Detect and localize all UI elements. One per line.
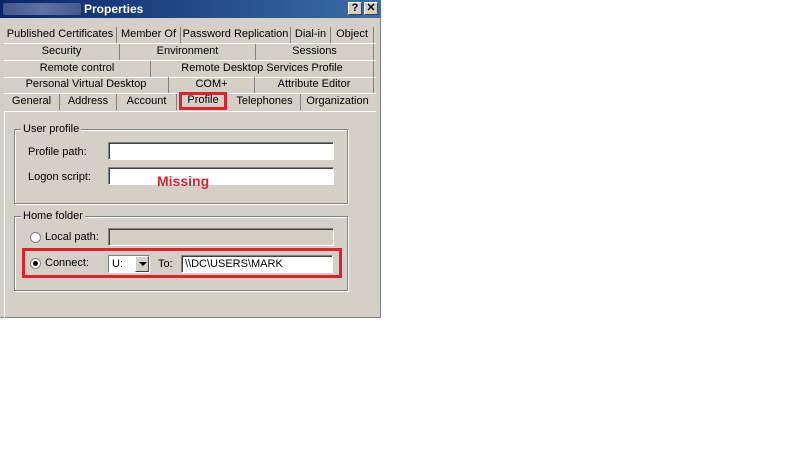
- user-profile-legend: User profile: [21, 123, 82, 135]
- tab-row-5: General Address Account Profile Telephon…: [4, 92, 376, 111]
- connect-highlight-box: [22, 248, 342, 278]
- tab-personal-virtual-desktop[interactable]: Personal Virtual Desktop: [4, 77, 169, 93]
- tab-profile[interactable]: Profile: [179, 92, 227, 110]
- tab-object[interactable]: Object: [331, 27, 374, 43]
- local-path-label: Local path:: [45, 231, 99, 243]
- home-folder-legend: Home folder: [21, 210, 85, 222]
- tab-password-replication[interactable]: Password Replication: [181, 27, 291, 43]
- profile-path-field[interactable]: [108, 142, 334, 160]
- properties-dialog: Properties ? ✕ Published Certificates Me…: [0, 0, 381, 318]
- window-title: Properties: [84, 2, 144, 16]
- profile-path-label: Profile path:: [28, 146, 87, 158]
- tab-general[interactable]: General: [4, 94, 60, 110]
- tab-row-3: Remote control Remote Desktop Services P…: [4, 61, 376, 78]
- missing-annotation: Missing: [157, 173, 210, 189]
- tab-environment[interactable]: Environment: [120, 44, 256, 60]
- tab-organization[interactable]: Organization: [301, 94, 374, 110]
- tab-published-certificates[interactable]: Published Certificates: [4, 27, 117, 43]
- close-button[interactable]: ✕: [364, 2, 378, 15]
- tab-sessions[interactable]: Sessions: [256, 44, 374, 60]
- tab-row-1: Published Certificates Member Of Passwor…: [4, 27, 376, 44]
- title-bar[interactable]: Properties ? ✕: [0, 0, 381, 18]
- tab-member-of[interactable]: Member Of: [117, 27, 181, 43]
- logon-script-field[interactable]: [108, 167, 334, 185]
- local-path-field[interactable]: [108, 228, 334, 246]
- help-button[interactable]: ?: [348, 2, 362, 15]
- tab-attribute-editor[interactable]: Attribute Editor: [255, 77, 374, 93]
- tab-security[interactable]: Security: [4, 44, 120, 60]
- profile-path-input[interactable]: [109, 143, 333, 159]
- tab-remote-desktop-services-profile[interactable]: Remote Desktop Services Profile: [151, 61, 374, 77]
- redacted-title: [3, 3, 81, 15]
- tab-account[interactable]: Account: [117, 94, 177, 110]
- local-path-input[interactable]: [109, 229, 333, 245]
- local-path-radio[interactable]: [30, 232, 41, 243]
- tab-telephones[interactable]: Telephones: [229, 94, 301, 110]
- logon-script-label: Logon script:: [28, 171, 91, 183]
- tab-remote-control[interactable]: Remote control: [4, 61, 151, 77]
- tab-address[interactable]: Address: [60, 94, 117, 110]
- tab-dial-in[interactable]: Dial-in: [291, 27, 331, 43]
- tab-row-2: Security Environment Sessions: [4, 44, 376, 61]
- tab-com-plus[interactable]: COM+: [169, 77, 255, 93]
- logon-script-input[interactable]: [109, 168, 333, 184]
